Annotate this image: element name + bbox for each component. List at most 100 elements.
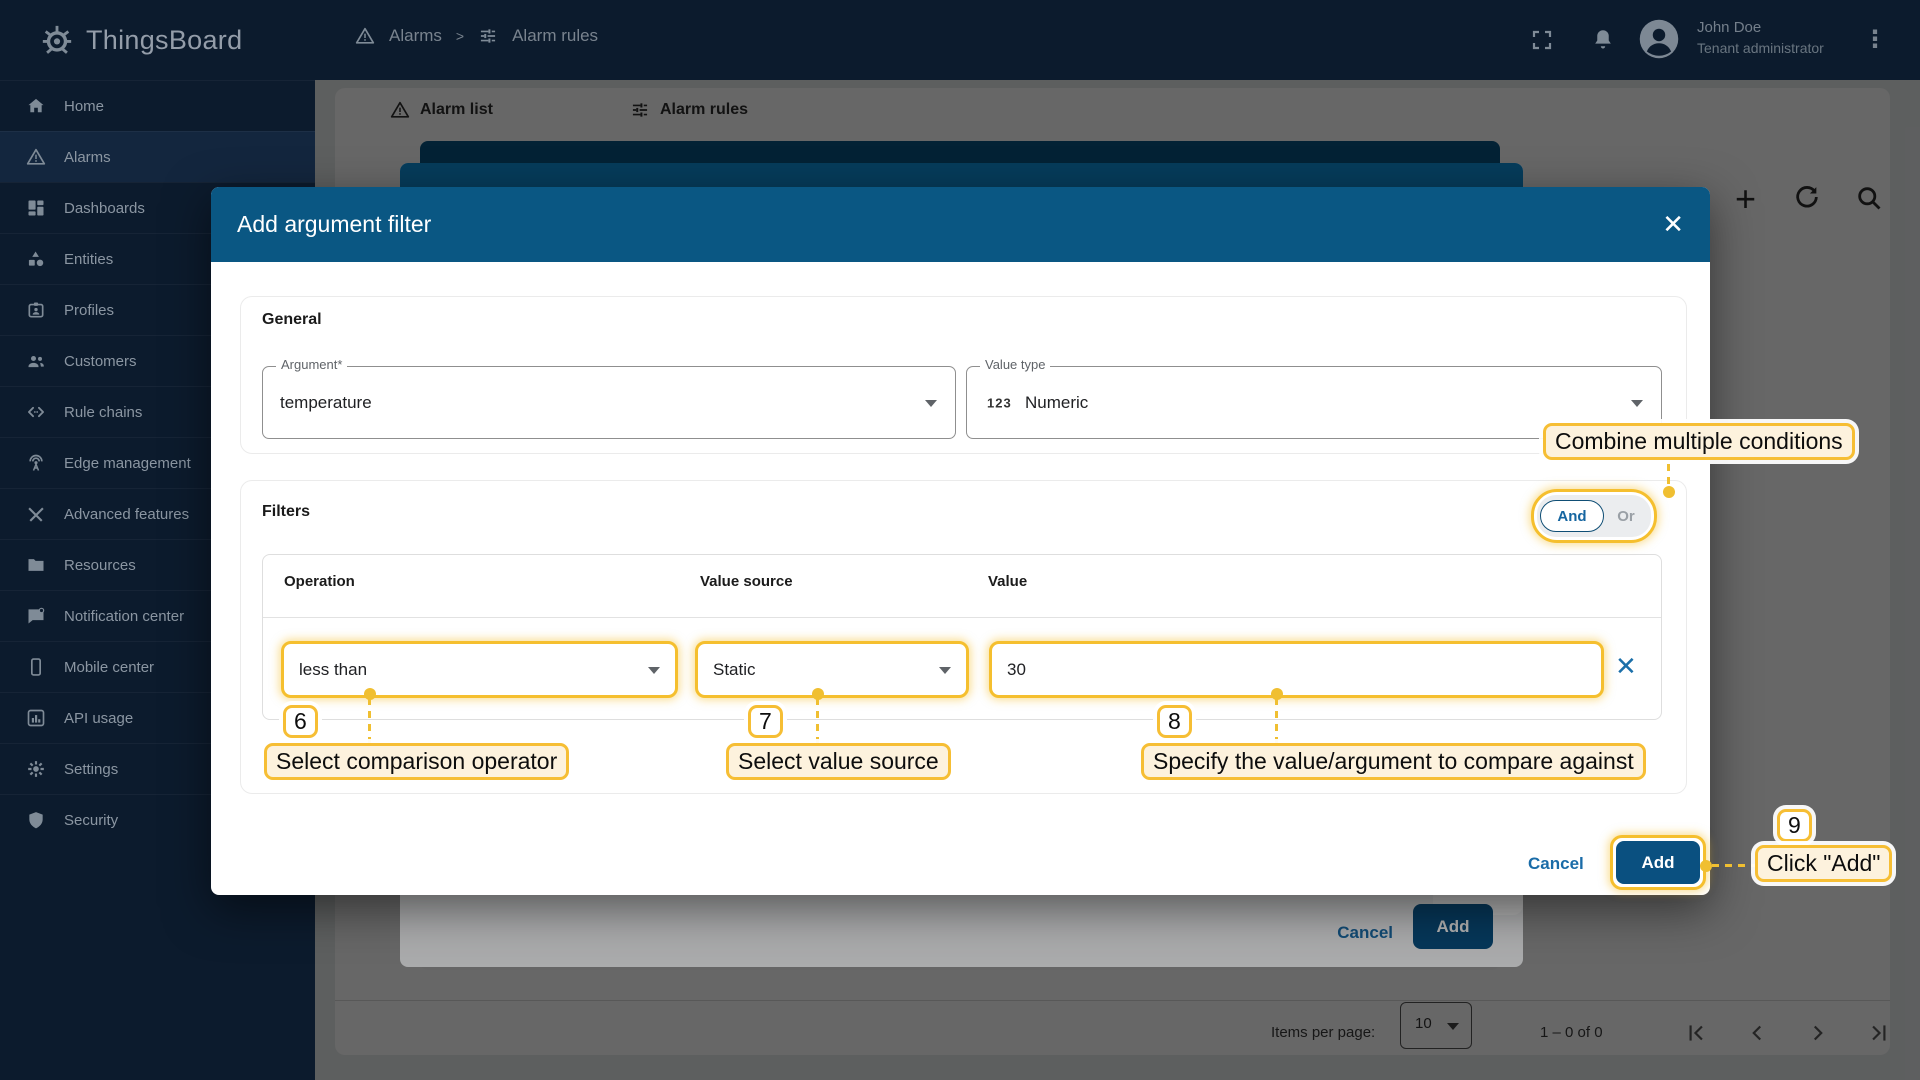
sidebar-item-label: Alarms — [64, 149, 111, 166]
operation-value: less than — [299, 660, 367, 680]
chevron-down-icon — [648, 667, 660, 674]
folder-icon — [26, 555, 46, 575]
sidebar-item-label: Profiles — [64, 302, 114, 319]
close-icon[interactable]: ✕ — [1662, 209, 1684, 240]
sidebar-item-home[interactable]: Home — [0, 80, 315, 131]
callout-combine-label: Combine multiple conditions — [1543, 423, 1855, 460]
value-input-value: 30 — [1007, 660, 1026, 680]
phone-icon — [26, 657, 46, 677]
argument-select[interactable]: Argument* temperature — [262, 366, 956, 439]
antenna-icon — [26, 453, 46, 473]
column-value-source: Value source — [700, 573, 793, 590]
dashboards-icon — [26, 198, 46, 218]
callout-connector — [1712, 864, 1758, 867]
remove-filter-icon[interactable]: ✕ — [1615, 651, 1637, 682]
sidebar-item-label: Customers — [64, 353, 137, 370]
modal-title: Add argument filter — [237, 211, 431, 238]
home-icon — [26, 96, 46, 116]
sidebar-item-label: Settings — [64, 761, 118, 778]
app-logo[interactable]: ThingsBoard — [0, 0, 315, 80]
callout-connector — [816, 698, 819, 744]
tune-icon — [478, 26, 498, 46]
entities-icon — [26, 249, 46, 269]
chevron-down-icon — [1631, 400, 1643, 407]
sidebar-item-alarms[interactable]: Alarms — [0, 131, 315, 182]
argument-label: Argument* — [276, 357, 347, 372]
sidebar-item-label: Security — [64, 812, 118, 829]
sidebar-item-label: Resources — [64, 557, 136, 574]
sidebar-item-label: API usage — [64, 710, 133, 727]
kebab-menu-button[interactable]: ⋮ — [1863, 25, 1887, 54]
filters-section-label: Filters — [262, 503, 310, 521]
badge-icon — [26, 300, 46, 320]
add-button[interactable]: Add — [1616, 841, 1700, 884]
value-type-value: Numeric — [1025, 393, 1088, 413]
user-role: Tenant administrator — [1697, 38, 1824, 58]
operation-select[interactable]: less than — [281, 641, 678, 698]
sidebar-item-label: Dashboards — [64, 200, 145, 217]
callout-7-number: 7 — [748, 705, 783, 738]
or-toggle-button[interactable]: Or — [1604, 501, 1648, 531]
sidebar-item-label: Notification center — [64, 608, 184, 625]
breadcrumb: Alarms > Alarm rules — [355, 26, 598, 46]
warning-icon — [355, 26, 375, 46]
chevron-down-icon — [925, 400, 937, 407]
gear-icon — [26, 759, 46, 779]
value-input[interactable]: 30 — [989, 641, 1604, 698]
user-name: John Doe — [1697, 18, 1824, 38]
divider — [263, 617, 1661, 618]
numeric-123-icon: 123 — [987, 395, 1012, 410]
callout-7-label: Select value source — [726, 743, 951, 780]
callout-connector — [368, 698, 371, 744]
user-info[interactable]: John Doe Tenant administrator — [1697, 18, 1824, 58]
add-argument-filter-modal: Add argument filter ✕ General Argument* … — [211, 187, 1710, 895]
sidebar-item-label: Advanced features — [64, 506, 189, 523]
message-icon — [26, 606, 46, 626]
sidebar-item-label: Edge management — [64, 455, 191, 472]
top-header: Alarms > Alarm rules John Doe Tenant adm… — [315, 0, 1920, 80]
fullscreen-icon — [1530, 28, 1554, 52]
sidebar-item-label: Entities — [64, 251, 113, 268]
avatar[interactable] — [1637, 17, 1681, 66]
value-source-value: Static — [713, 660, 756, 680]
callout-8-number: 8 — [1157, 705, 1192, 738]
value-source-select[interactable]: Static — [695, 641, 969, 698]
avatar-icon — [1637, 17, 1681, 61]
callout-connector — [1275, 698, 1278, 744]
callout-6-number: 6 — [283, 705, 318, 738]
cancel-button[interactable]: Cancel — [1528, 854, 1584, 874]
notifications-button[interactable] — [1590, 27, 1616, 58]
chevron-down-icon — [939, 667, 951, 674]
sidebar-item-label: Home — [64, 98, 104, 115]
breadcrumb-alarms[interactable]: Alarms — [389, 26, 442, 46]
code-brackets-icon — [26, 402, 46, 422]
add-button-highlight: Add — [1610, 835, 1706, 890]
breadcrumb-separator: > — [456, 28, 464, 44]
shield-icon — [26, 810, 46, 830]
sidebar-item-label: Rule chains — [64, 404, 142, 421]
callout-9-number: 9 — [1777, 809, 1812, 842]
bell-icon — [1590, 27, 1616, 53]
chart-icon — [26, 708, 46, 728]
callout-9-label: Click "Add" — [1755, 845, 1892, 882]
thingsboard-bug-icon — [40, 23, 74, 57]
sidebar-item-label: Mobile center — [64, 659, 154, 676]
column-value: Value — [988, 573, 1027, 590]
people-icon — [26, 351, 46, 371]
filters-table: Operation Value source Value less than S… — [262, 554, 1662, 720]
and-toggle-button[interactable]: And — [1540, 500, 1604, 532]
modal-header: Add argument filter ✕ — [211, 187, 1710, 262]
callout-dot — [1700, 860, 1712, 872]
warning-icon — [26, 147, 46, 167]
general-section-label: General — [262, 311, 322, 329]
general-section: General Argument* temperature Value type… — [240, 296, 1687, 454]
callout-8-label: Specify the value/argument to compare ag… — [1141, 743, 1646, 780]
callout-dot — [1663, 486, 1675, 498]
column-operation: Operation — [284, 573, 355, 590]
fullscreen-button[interactable] — [1530, 28, 1554, 57]
and-or-toggle: And Or — [1537, 495, 1651, 537]
app-logo-text: ThingsBoard — [86, 25, 242, 56]
callout-6-label: Select comparison operator — [264, 743, 569, 780]
breadcrumb-alarm-rules[interactable]: Alarm rules — [512, 26, 598, 46]
and-or-toggle-highlight: And Or — [1531, 489, 1657, 543]
